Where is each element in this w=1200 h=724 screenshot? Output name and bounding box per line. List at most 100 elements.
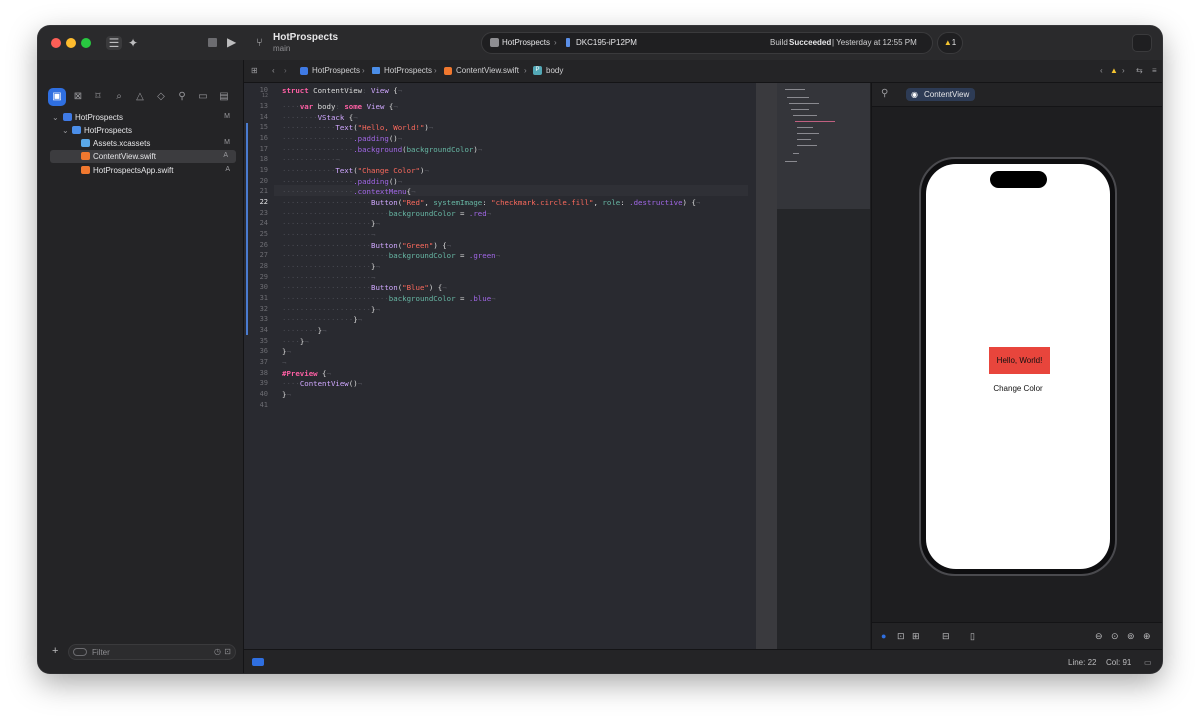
minimap-line bbox=[795, 121, 835, 122]
pin-icon[interactable]: ⚲ bbox=[881, 88, 888, 99]
minimap[interactable] bbox=[777, 83, 870, 649]
folder-icon[interactable]: ▣ bbox=[48, 88, 66, 106]
code-line: ················.background(backgroundCo… bbox=[282, 145, 483, 154]
activity-view[interactable]: HotProspects › DKC195-iP12PM Build Succe… bbox=[481, 32, 933, 54]
device-icon bbox=[566, 38, 570, 47]
tree-item-assets[interactable]: Assets.xcassets M bbox=[38, 137, 238, 150]
related-items-icon[interactable]: ⇆ bbox=[1136, 66, 1143, 75]
status-badge: M bbox=[224, 113, 230, 120]
debug-area-toggle-icon[interactable] bbox=[252, 658, 264, 666]
branch-name: main bbox=[273, 44, 291, 53]
code-line: ························backgroundColor … bbox=[282, 294, 496, 303]
dynamic-island bbox=[990, 171, 1047, 188]
minimap-line bbox=[791, 109, 809, 110]
device-screen[interactable]: Hello, World! Change Color bbox=[926, 164, 1110, 569]
warning-badge[interactable]: ▲1 bbox=[937, 32, 963, 54]
destination-name[interactable]: DKC195-iP12PM bbox=[576, 38, 637, 47]
line-number: 26 bbox=[259, 241, 268, 249]
navigator-tabs: ▣ ⊠ ⌑ ⌕ △ ◇ ⚲ ▭ ▤ bbox=[48, 88, 238, 110]
crumb-file[interactable]: ContentView.swift bbox=[456, 66, 519, 75]
panel-toggle-icon[interactable]: ▭ bbox=[1144, 658, 1152, 667]
code-line: ····}¬ bbox=[282, 337, 309, 346]
property-icon: P bbox=[533, 66, 542, 75]
editor-scrollbar[interactable] bbox=[756, 83, 777, 649]
live-preview-icon[interactable]: ● bbox=[881, 631, 886, 641]
filter-options-icon[interactable] bbox=[73, 648, 87, 656]
zoom-out-icon[interactable]: ⊖ bbox=[1095, 631, 1103, 642]
line-number: 16 bbox=[259, 134, 268, 142]
code-line: ············¬ bbox=[282, 155, 340, 164]
bookmark-icon[interactable]: ⌑ bbox=[89, 88, 107, 106]
prev-issue-icon[interactable]: ‹ bbox=[1100, 66, 1103, 75]
stop-icon[interactable] bbox=[208, 38, 217, 47]
add-file-button[interactable]: + bbox=[52, 645, 58, 657]
tree-item-project[interactable]: ⌄ HotProspects M bbox=[38, 111, 238, 124]
scheme-name[interactable]: HotProspects bbox=[502, 38, 550, 47]
variants-icon[interactable]: ⊞ bbox=[912, 631, 920, 642]
zoom-fit-icon[interactable]: ⊚ bbox=[1127, 631, 1135, 642]
chevron-right-icon: › bbox=[554, 38, 557, 47]
device-frame: Hello, World! Change Color bbox=[919, 157, 1117, 576]
line-number: 24 bbox=[259, 219, 268, 227]
minimap-viewport[interactable] bbox=[777, 83, 870, 209]
minimap-line bbox=[793, 153, 799, 154]
line-number: 12 bbox=[261, 93, 268, 99]
change-color-text[interactable]: Change Color bbox=[926, 384, 1110, 393]
code-line: }¬ bbox=[282, 347, 291, 356]
recent-files-icon[interactable]: ◷ bbox=[214, 647, 221, 656]
preview-tab[interactable]: ◉ ContentView bbox=[906, 88, 976, 101]
line-number: 40 bbox=[259, 390, 268, 398]
chevron-down-icon: ⌄ bbox=[52, 113, 59, 122]
report-icon[interactable]: ▤ bbox=[215, 88, 233, 106]
crumb-group[interactable]: HotProspects bbox=[384, 66, 432, 75]
tree-item-group[interactable]: ⌄ HotProspects bbox=[38, 124, 238, 137]
line-number: 15 bbox=[259, 123, 268, 131]
zoom-window-button[interactable] bbox=[81, 38, 91, 48]
forward-chevron-icon[interactable]: › bbox=[284, 66, 287, 75]
line-number: 35 bbox=[259, 337, 268, 345]
back-chevron-icon[interactable]: ‹ bbox=[272, 66, 275, 75]
line-number: 33 bbox=[259, 315, 268, 323]
code-line: ········}¬ bbox=[282, 326, 327, 335]
sparkle-icon[interactable]: ✦ bbox=[128, 36, 138, 50]
project-title[interactable]: HotProspects bbox=[273, 32, 338, 43]
swift-icon bbox=[444, 67, 452, 75]
issue-icon[interactable]: △ bbox=[131, 88, 149, 106]
inspector-toggle-icon[interactable] bbox=[1132, 34, 1152, 52]
line-number: 29 bbox=[259, 273, 268, 281]
assets-icon bbox=[81, 139, 90, 147]
test-icon[interactable]: ◇ bbox=[152, 88, 170, 106]
code-editor[interactable]: 10 12 13 14 15 16 17 18 19 20 21 22 23 2… bbox=[244, 83, 756, 649]
tree-item-label: HotProspects bbox=[75, 113, 124, 122]
tree-item-app[interactable]: HotProspectsApp.swift A bbox=[38, 164, 238, 177]
hello-world-text[interactable]: Hello, World! bbox=[989, 347, 1050, 374]
search-icon[interactable]: ⌕ bbox=[110, 88, 128, 106]
minimize-window-button[interactable] bbox=[66, 38, 76, 48]
crumb-project[interactable]: HotProspects bbox=[312, 66, 360, 75]
zoom-actual-icon[interactable]: ⊙ bbox=[1111, 631, 1119, 642]
run-icon[interactable]: ▶ bbox=[227, 35, 236, 49]
chevron-right-icon: › bbox=[434, 66, 437, 75]
code-line: ················.padding()¬ bbox=[282, 134, 403, 143]
navigator-toggle-icon[interactable]: ☰ bbox=[106, 36, 122, 50]
swift-icon bbox=[81, 152, 90, 160]
tree-item-contentview[interactable]: ContentView.swift A bbox=[50, 150, 236, 163]
close-window-button[interactable] bbox=[51, 38, 61, 48]
debug-icon[interactable]: ⚲ bbox=[173, 88, 191, 106]
zoom-in-icon[interactable]: ⊕ bbox=[1143, 631, 1151, 642]
breakpoint-icon[interactable]: ▭ bbox=[194, 88, 212, 106]
filter-field[interactable]: Filter ◷ ⊡ bbox=[68, 644, 236, 660]
warning-icon[interactable]: ▲ bbox=[1110, 66, 1118, 75]
device-settings-icon[interactable]: ⊟ bbox=[942, 631, 950, 642]
build-status-prefix: Build bbox=[770, 38, 788, 47]
crumb-symbol[interactable]: body bbox=[546, 66, 563, 75]
code-line: ····················¬ bbox=[282, 230, 376, 239]
canvas-toolbar: ● ⊡ ⊞ ⊟ ▯ ⊖ ⊙ ⊚ ⊕ bbox=[872, 622, 1162, 649]
select-mode-icon[interactable]: ⊡ bbox=[897, 631, 905, 642]
next-issue-icon[interactable]: › bbox=[1122, 66, 1125, 75]
grid-icon[interactable]: ⊞ bbox=[251, 66, 258, 75]
device-icon[interactable]: ▯ bbox=[970, 631, 975, 642]
scm-filter-icon[interactable]: ⊡ bbox=[224, 647, 231, 656]
editor-options-icon[interactable]: ≡ bbox=[1152, 66, 1157, 75]
source-control-icon[interactable]: ⊠ bbox=[69, 88, 87, 106]
